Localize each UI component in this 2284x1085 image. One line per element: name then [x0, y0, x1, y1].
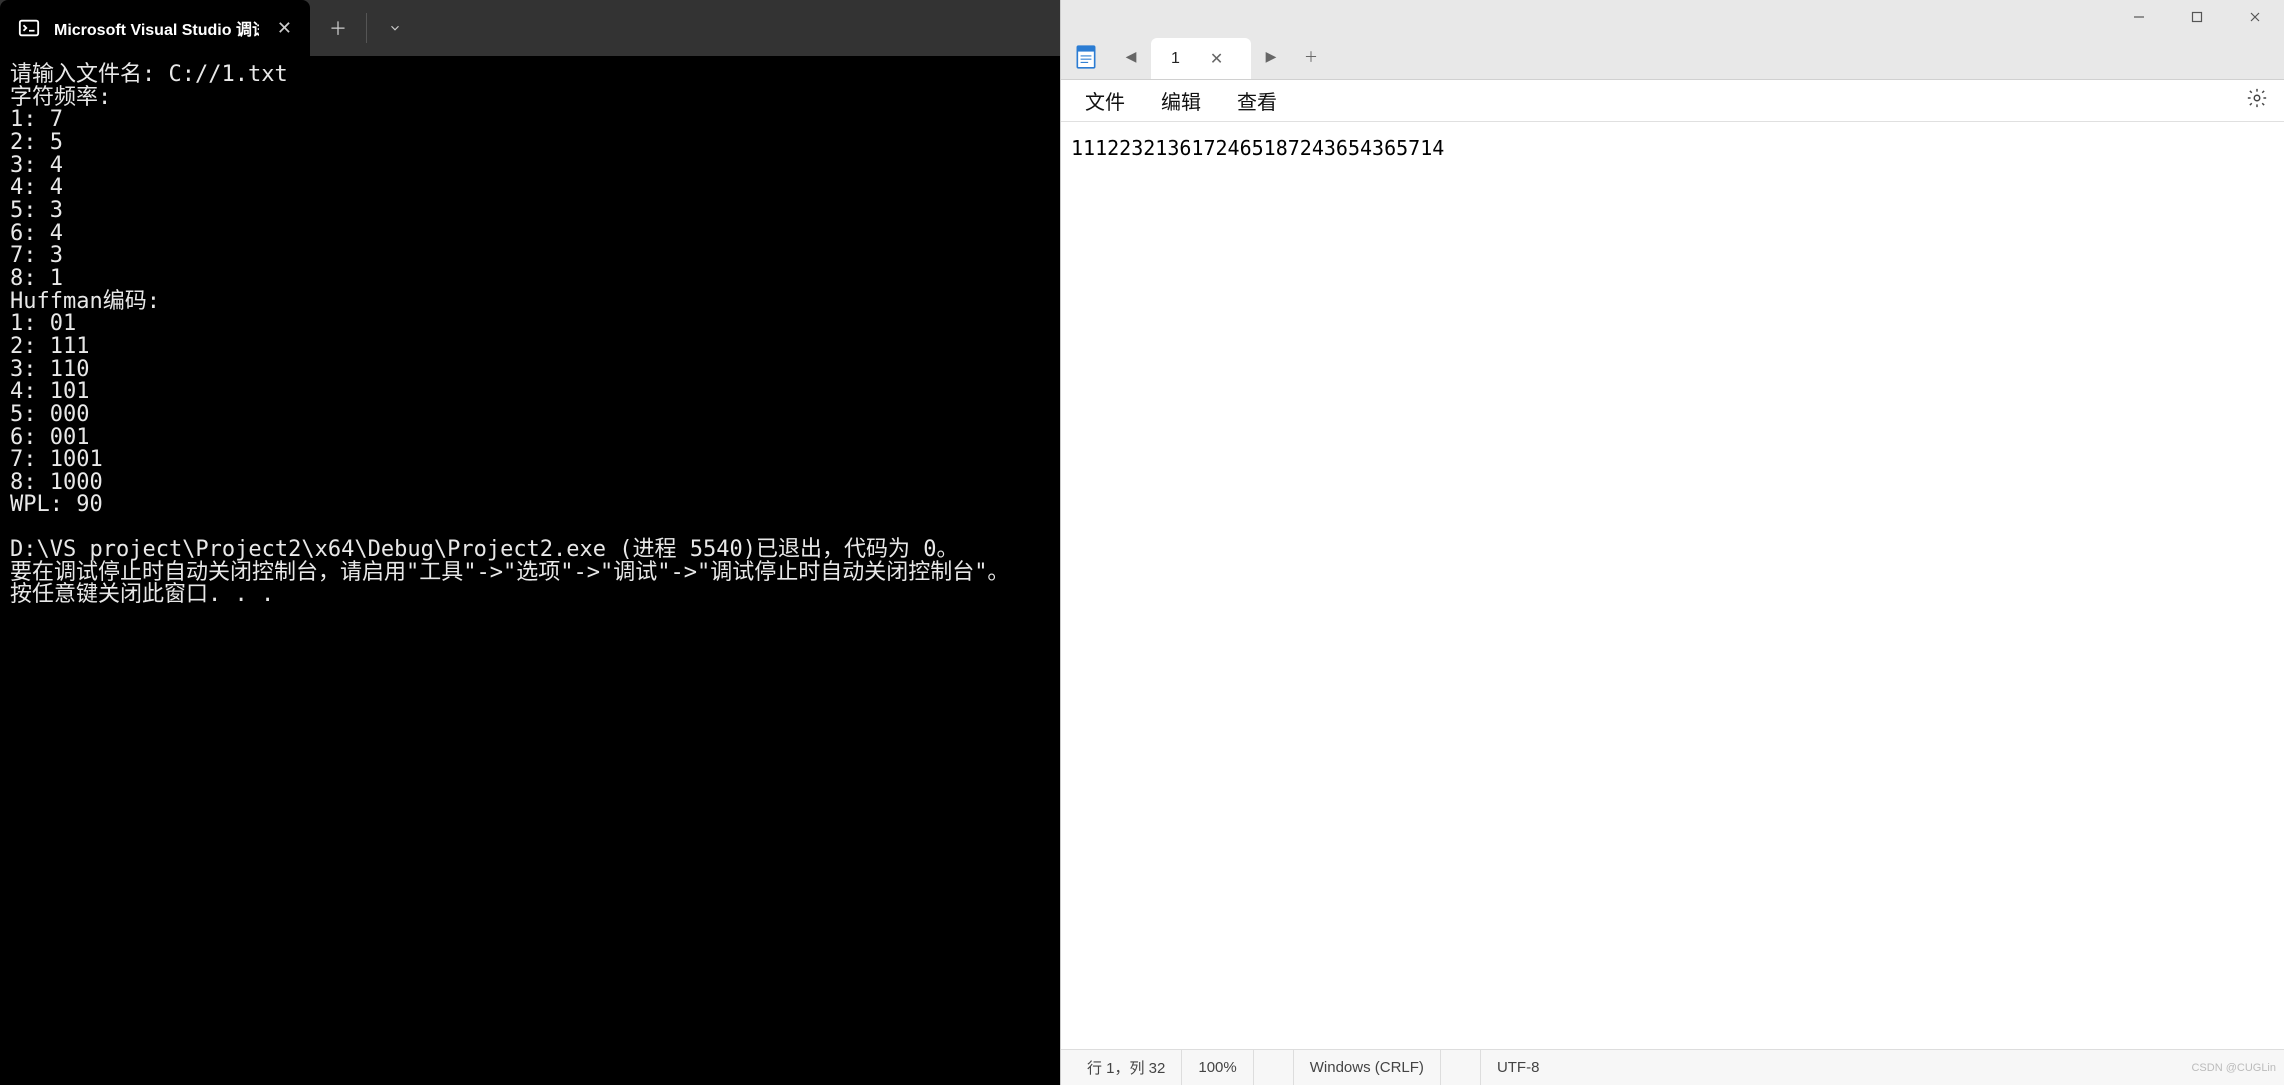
console-line: 8: 1000 — [10, 472, 1050, 495]
editor-content: 1112232136172465187243654365714 — [1071, 136, 1444, 160]
console-line: 8: 1 — [10, 268, 1050, 291]
notepad-editor[interactable]: 1112232136172465187243654365714 — [1061, 122, 2284, 1049]
console-line: 3: 110 — [10, 359, 1050, 382]
notepad-window: ◀ 1 ✕ ▶ ＋ 文件 编辑 查看 111223213617246518724… — [1060, 0, 2284, 1085]
notepad-tab-label: 1 — [1171, 50, 1180, 68]
close-button[interactable] — [2226, 0, 2284, 34]
console-line: 2: 5 — [10, 132, 1050, 155]
status-encoding: UTF-8 — [1481, 1050, 1556, 1085]
menu-edit[interactable]: 编辑 — [1143, 80, 1219, 121]
console-titlebar: Microsoft Visual Studio 调试控 ✕ ＋ — [0, 0, 1060, 56]
watermark-text: CSDN @CUGLin — [2183, 1062, 2284, 1074]
notepad-tab[interactable]: 1 ✕ — [1151, 38, 1251, 79]
console-line: 5: 3 — [10, 200, 1050, 223]
status-eol: Windows (CRLF) — [1294, 1050, 1441, 1085]
console-line: D:\VS project\Project2\x64\Debug\Project… — [10, 539, 1050, 562]
notepad-tabbar: ◀ 1 ✕ ▶ ＋ — [1061, 34, 2284, 80]
console-tab[interactable]: Microsoft Visual Studio 调试控 ✕ — [0, 0, 310, 56]
console-line: 5: 000 — [10, 404, 1050, 427]
maximize-button[interactable] — [2168, 0, 2226, 34]
status-gap — [1441, 1050, 1481, 1085]
new-tab-button[interactable]: ＋ — [310, 0, 366, 56]
console-line: Huffman编码: — [10, 291, 1050, 314]
notepad-titlebar — [1061, 0, 2284, 34]
console-line: 请输入文件名: C://1.txt — [10, 64, 1050, 87]
console-line: 4: 101 — [10, 381, 1050, 404]
next-tab-button[interactable]: ▶ — [1251, 34, 1291, 79]
console-line: WPL: 90 — [10, 494, 1050, 517]
close-icon[interactable]: ✕ — [1210, 49, 1223, 69]
minimize-button[interactable] — [2110, 0, 2168, 34]
console-line: 1: 7 — [10, 109, 1050, 132]
menu-view[interactable]: 查看 — [1219, 80, 1295, 121]
console-line: 1: 01 — [10, 313, 1050, 336]
close-icon[interactable]: ✕ — [273, 14, 296, 43]
terminal-icon — [18, 16, 40, 40]
prev-tab-button[interactable]: ◀ — [1111, 34, 1151, 79]
new-tab-button[interactable]: ＋ — [1291, 34, 1331, 79]
console-window: Microsoft Visual Studio 调试控 ✕ ＋ 请输入文件名: … — [0, 0, 1060, 1085]
notepad-icon — [1061, 34, 1111, 79]
console-line: 7: 1001 — [10, 449, 1050, 472]
status-zoom[interactable]: 100% — [1182, 1050, 1253, 1085]
status-gap — [1254, 1050, 1294, 1085]
notepad-statusbar: 行 1，列 32 100% Windows (CRLF) UTF-8 CSDN … — [1061, 1049, 2284, 1085]
status-position: 行 1，列 32 — [1071, 1050, 1182, 1085]
console-output[interactable]: 请输入文件名: C://1.txt字符频率:1: 72: 53: 44: 45:… — [0, 56, 1060, 1085]
menu-file[interactable]: 文件 — [1067, 80, 1143, 121]
notepad-menubar: 文件 编辑 查看 — [1061, 80, 2284, 122]
console-line: 7: 3 — [10, 245, 1050, 268]
console-line: 6: 4 — [10, 223, 1050, 246]
console-tab-title: Microsoft Visual Studio 调试控 — [54, 16, 259, 40]
console-line: 2: 111 — [10, 336, 1050, 359]
console-line: 按任意键关闭此窗口. . . — [10, 584, 1050, 607]
console-line: 6: 001 — [10, 427, 1050, 450]
console-line: 4: 4 — [10, 177, 1050, 200]
dropdown-button[interactable] — [367, 0, 423, 56]
settings-button[interactable] — [2230, 81, 2284, 120]
console-line: 字符频率: — [10, 87, 1050, 110]
console-line: 要在调试停止时自动关闭控制台，请启用"工具"->"选项"->"调试"->"调试停… — [10, 562, 1050, 585]
console-line: 3: 4 — [10, 155, 1050, 178]
